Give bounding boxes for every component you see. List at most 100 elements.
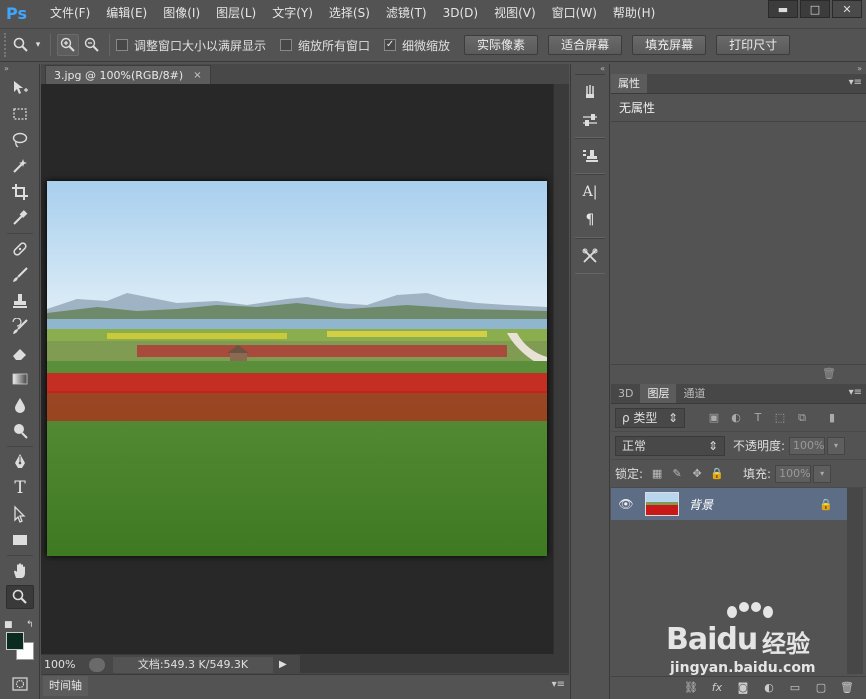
eyedropper-tool-icon[interactable] (6, 206, 34, 230)
timeline-tab[interactable]: 时间轴 (43, 675, 88, 696)
crop-tool-icon[interactable] (6, 180, 34, 204)
layer-filter-kind-select[interactable]: ρ 类型 ⇕ (615, 407, 685, 428)
document-tab-title: 3.jpg @ 100%(RGB/8#) (54, 68, 184, 82)
print-size-button[interactable]: 打印尺寸 (716, 35, 791, 55)
path-selection-tool-icon[interactable] (6, 502, 34, 526)
menu-edit[interactable]: 编辑(E) (98, 0, 155, 26)
maximize-button[interactable]: □ (800, 0, 830, 18)
tab-close-icon[interactable]: × (193, 66, 201, 85)
fill-screen-button[interactable]: 填充屏幕 (632, 35, 707, 55)
foreground-color-swatch[interactable] (6, 632, 24, 650)
tab-channels[interactable]: 通道 (676, 384, 712, 403)
fill-input[interactable]: 100% (775, 464, 812, 483)
character-panel-icon[interactable]: A| (575, 179, 605, 205)
zoom-out-icon[interactable] (81, 34, 103, 56)
opacity-dropdown-icon[interactable]: ▾ (827, 436, 846, 455)
hand-tool-icon[interactable] (6, 559, 34, 583)
gradient-tool-icon[interactable] (6, 367, 34, 391)
magic-wand-tool-icon[interactable] (6, 154, 34, 178)
lock-transparent-icon[interactable]: ▦ (647, 467, 667, 480)
resize-windows-checkbox[interactable] (116, 39, 128, 51)
resize-windows-option[interactable]: 调整窗口大小以满屏显示 (116, 37, 266, 54)
fill-dropdown-icon[interactable]: ▾ (813, 464, 832, 483)
horizontal-scrollbar[interactable] (300, 655, 569, 673)
menu-filter[interactable]: 滤镜(T) (378, 0, 435, 26)
scrubby-zoom-checkbox[interactable]: ✓ (384, 39, 397, 51)
properties-content: 无属性 (611, 94, 866, 122)
menu-type[interactable]: 文字(Y) (264, 0, 321, 26)
type-filter-icon[interactable]: T (749, 411, 767, 424)
brush-settings-icon[interactable] (575, 107, 605, 133)
tab-3d[interactable]: 3D (611, 384, 640, 403)
tab-layers[interactable]: 图层 (640, 384, 677, 403)
zoom-all-option[interactable]: 缩放所有窗口 (280, 37, 370, 54)
dodge-tool-icon[interactable] (6, 419, 34, 443)
blur-tool-icon[interactable] (6, 393, 34, 417)
pixel-filter-icon[interactable]: ▣ (705, 411, 723, 424)
status-info-icon[interactable] (89, 657, 105, 672)
fit-screen-button[interactable]: 适合屏幕 (548, 35, 623, 55)
lock-all-icon[interactable]: 🔒 (707, 467, 727, 480)
menu-help[interactable]: 帮助(H) (605, 0, 663, 26)
actual-pixels-button[interactable]: 实际像素 (464, 35, 539, 55)
properties-menu-icon[interactable]: ▾≡ (849, 77, 862, 88)
tab-properties[interactable]: 属性 (611, 74, 647, 93)
adjustment-filter-icon[interactable]: ◐ (727, 411, 745, 424)
opacity-input[interactable]: 100% (789, 436, 826, 455)
dropdown-arrow-icon[interactable]: ▾ (32, 34, 44, 56)
document-tab[interactable]: 3.jpg @ 100%(RGB/8#) × (45, 65, 211, 84)
menu-file[interactable]: 文件(F) (42, 0, 98, 26)
visibility-eye-icon[interactable]: 👁 (611, 497, 641, 511)
brush-preset-icon[interactable] (575, 79, 605, 105)
strip-collapse-icon[interactable]: « (571, 64, 609, 74)
clone-source-icon[interactable] (575, 143, 605, 169)
status-menu-arrow-icon[interactable]: ▶ (279, 659, 287, 670)
quick-mask-icon[interactable] (6, 672, 34, 696)
zoom-tool-preset-icon[interactable] (10, 34, 32, 56)
healing-brush-tool-icon[interactable] (6, 237, 34, 261)
marquee-tool-icon[interactable] (6, 102, 34, 126)
move-tool-icon[interactable] (6, 76, 34, 100)
filter-toggle-icon[interactable]: ▮ (823, 411, 841, 424)
smart-object-filter-icon[interactable]: ⧉ (793, 411, 811, 425)
layer-row-background[interactable]: 👁 背景 🔒 (611, 488, 847, 520)
type-tool-icon[interactable]: T (6, 476, 34, 500)
lock-image-icon[interactable]: ✎ (667, 467, 687, 480)
paragraph-panel-icon[interactable]: ¶ (575, 207, 605, 233)
timeline-menu-icon[interactable]: ▾≡ (552, 679, 565, 690)
document-size-info: 文档:549.3 K/549.3K (113, 656, 273, 673)
toolbox-collapse-icon[interactable]: » (0, 64, 39, 74)
menu-image[interactable]: 图像(I) (155, 0, 208, 26)
stamp-tool-icon[interactable] (6, 289, 34, 313)
shape-filter-icon[interactable]: ⬚ (771, 411, 789, 424)
close-button[interactable]: ✕ (832, 0, 862, 18)
swap-colors-icon[interactable]: ↰ (26, 620, 34, 630)
brush-tool-icon[interactable] (6, 263, 34, 287)
trash-icon[interactable]: 🗑 (822, 367, 836, 380)
default-colors-icon[interactable]: ■ (4, 620, 13, 630)
rectangle-tool-icon[interactable] (6, 528, 34, 552)
menu-select[interactable]: 选择(S) (321, 0, 378, 26)
history-brush-tool-icon[interactable] (6, 315, 34, 339)
menu-3d[interactable]: 3D(D) (435, 0, 486, 26)
dock-collapse-icon[interactable]: » (826, 64, 866, 74)
lasso-tool-icon[interactable] (6, 128, 34, 152)
zoom-tool-icon[interactable] (6, 585, 34, 609)
menu-view[interactable]: 视图(V) (486, 0, 544, 26)
menu-window[interactable]: 窗口(W) (544, 0, 605, 26)
menu-layer[interactable]: 图层(L) (208, 0, 264, 26)
vertical-scrollbar[interactable] (553, 84, 569, 654)
layer-filter-row: ρ 类型 ⇕ ▣ ◐ T ⬚ ⧉ ▮ (611, 404, 866, 432)
eraser-tool-icon[interactable] (6, 341, 34, 365)
tool-presets-icon[interactable] (575, 243, 605, 269)
blend-mode-select[interactable]: 正常 ⇕ (615, 435, 725, 456)
zoom-in-icon[interactable] (57, 34, 79, 56)
layer-thumbnail (645, 492, 679, 516)
scrubby-zoom-option[interactable]: ✓ 细微缩放 (384, 37, 450, 54)
minimize-button[interactable]: ▬ (768, 0, 798, 18)
layers-menu-icon[interactable]: ▾≡ (849, 387, 862, 398)
zoom-level-field[interactable]: 100% (41, 658, 89, 671)
zoom-all-checkbox[interactable] (280, 39, 293, 51)
pen-tool-icon[interactable] (6, 450, 34, 474)
lock-position-icon[interactable]: ✥ (687, 467, 707, 480)
